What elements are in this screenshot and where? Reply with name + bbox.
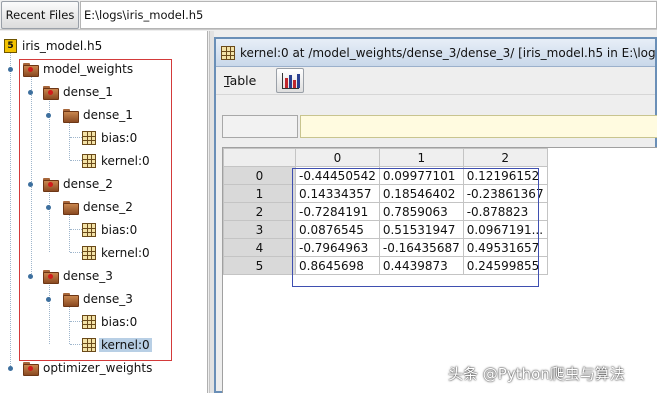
table-corner <box>223 148 296 167</box>
tree-node-root-file[interactable]: 5 iris_model.h5 <box>4 36 104 56</box>
tree-node-label: iris_model.h5 <box>22 39 103 53</box>
cell-value-bar <box>222 115 657 139</box>
tree-connector <box>10 53 11 366</box>
chart-button[interactable] <box>276 68 304 93</box>
cell-value-field[interactable] <box>300 115 657 138</box>
cell-position-label <box>222 115 298 138</box>
frame-title-bar[interactable]: kernel:0 at /model_weights/dense_3/dense… <box>216 39 655 67</box>
annotation-highlight-box <box>19 59 172 361</box>
row-header[interactable]: 0 <box>223 166 296 185</box>
column-header[interactable]: 2 <box>462 148 548 167</box>
bar-chart-icon <box>282 73 300 89</box>
annotation-highlight-box <box>292 168 539 287</box>
tree-node-label: optimizer_weights <box>43 361 153 375</box>
row-header[interactable]: 2 <box>223 202 296 221</box>
column-header[interactable]: 0 <box>295 148 380 167</box>
row-header[interactable]: 4 <box>223 238 296 257</box>
recent-files-button[interactable]: Recent Files <box>1 1 79 29</box>
watermark-text: 头条 @Python爬虫与算法 <box>448 365 625 383</box>
hdf5-file-icon: 5 <box>4 39 17 53</box>
frame-menu-bar: Table <box>216 67 655 95</box>
expand-handle-icon[interactable] <box>8 66 15 73</box>
hdfview-window: Recent Files E:\logs\iris_model.h5 5 iri… <box>0 0 657 393</box>
group-folder-icon <box>22 361 39 376</box>
menu-label-rest: able <box>229 73 257 88</box>
table-header-row: 012 <box>223 148 548 167</box>
row-header[interactable]: 5 <box>223 256 296 275</box>
expand-handle-icon[interactable] <box>8 365 15 372</box>
row-header[interactable]: 3 <box>223 220 296 239</box>
tree-node-optimizer-weights[interactable]: optimizer_weights <box>22 358 154 378</box>
frame-title: kernel:0 at /model_weights/dense_3/dense… <box>240 45 655 60</box>
menu-table[interactable]: Table <box>224 73 256 88</box>
column-header[interactable]: 1 <box>378 148 464 167</box>
file-tree-panel: 5 iris_model.h5 model_weights dense_1 de… <box>0 31 208 393</box>
top-toolbar: Recent Files E:\logs\iris_model.h5 <box>0 0 657 30</box>
dataset-table-icon <box>221 45 235 60</box>
file-path-field[interactable]: E:\logs\iris_model.h5 <box>80 1 657 29</box>
row-header[interactable]: 1 <box>223 184 296 203</box>
